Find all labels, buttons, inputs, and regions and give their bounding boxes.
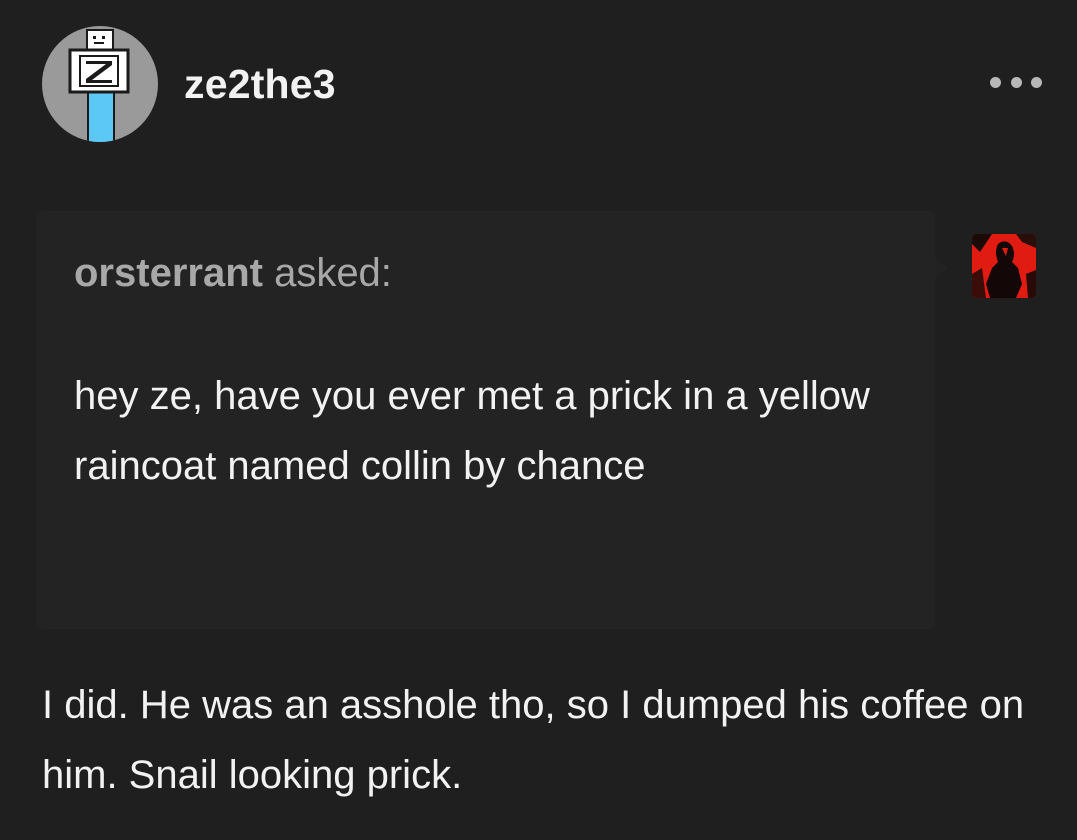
answer-text: I did. He was an asshole tho, so I dumpe…: [42, 683, 1025, 797]
more-options-icon: [990, 76, 1001, 88]
ask-pointer: [935, 258, 947, 278]
author-username[interactable]: ze2the3: [184, 61, 336, 108]
asker-avatar[interactable]: [972, 234, 1036, 298]
ask-header: orsterrant asked:: [74, 251, 392, 296]
red-silhouette-avatar-icon: [972, 234, 1036, 298]
more-options-icon: [1031, 76, 1042, 88]
ask-question: hey ze, have you ever met a prick in a y…: [74, 374, 870, 488]
author-avatar[interactable]: [42, 26, 158, 142]
more-options-button[interactable]: [990, 70, 1042, 94]
asker-username[interactable]: orsterrant: [74, 251, 263, 295]
pixel-robot-z-avatar-icon: [68, 29, 130, 142]
more-options-icon: [1010, 76, 1022, 88]
post-header: ze2the3: [42, 26, 336, 142]
tumblr-post: ze2the3 orsterrant asked: hey ze, have y…: [0, 0, 1077, 840]
ask-box: orsterrant asked: hey ze, have you ever …: [36, 211, 935, 629]
asked-label: asked:: [262, 251, 392, 295]
